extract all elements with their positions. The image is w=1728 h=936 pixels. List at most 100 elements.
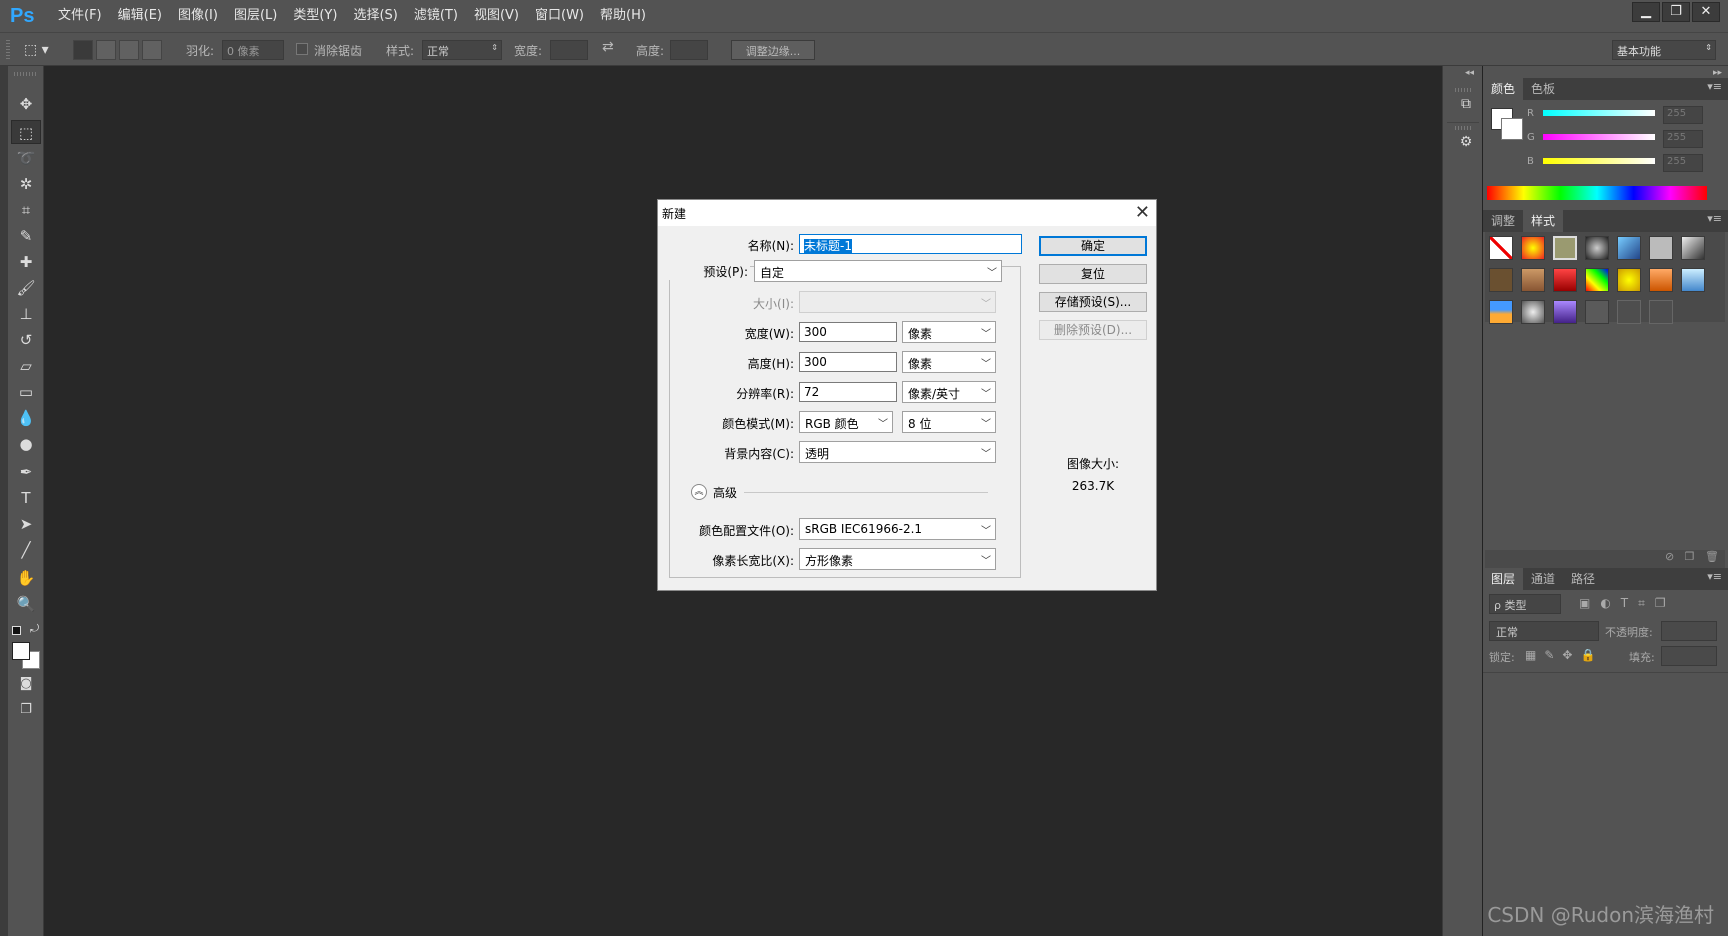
style-swatch[interactable]: [1585, 300, 1609, 324]
color-spectrum-bar[interactable]: [1487, 186, 1707, 200]
eraser-tool-icon[interactable]: ▱: [11, 354, 41, 378]
name-input[interactable]: 未标题-1: [799, 234, 1022, 254]
style-swatch[interactable]: [1489, 268, 1513, 292]
add-selection-icon[interactable]: [96, 40, 116, 60]
bg-color-swatch[interactable]: [1501, 118, 1523, 140]
channel-g-slider[interactable]: [1543, 134, 1655, 140]
tab-swatches[interactable]: 色板: [1523, 78, 1563, 100]
panel-menu-icon[interactable]: ▾≡: [1707, 212, 1722, 225]
options-grip[interactable]: [6, 40, 10, 60]
style-swatch[interactable]: [1553, 236, 1577, 260]
channel-g-value[interactable]: 255: [1663, 130, 1703, 148]
dodge-tool-icon[interactable]: ●: [11, 432, 41, 456]
advanced-toggle-icon[interactable]: ︽: [691, 484, 707, 500]
aspect-select[interactable]: 方形像素 ﹀: [799, 548, 996, 570]
magic-wand-tool-icon[interactable]: ✲: [11, 172, 41, 196]
style-swatch[interactable]: [1553, 300, 1577, 324]
move-tool-icon[interactable]: ✥: [11, 92, 41, 116]
fill-input[interactable]: [1661, 646, 1717, 666]
quick-mask-icon[interactable]: ◙: [11, 672, 41, 696]
channel-b-value[interactable]: 255: [1663, 154, 1703, 172]
ok-button[interactable]: 确定: [1039, 236, 1147, 256]
style-swatch[interactable]: [1649, 268, 1673, 292]
style-swatch[interactable]: [1585, 268, 1609, 292]
history-brush-tool-icon[interactable]: ↺: [11, 328, 41, 352]
menu-type[interactable]: 类型(Y): [285, 0, 345, 32]
opacity-input[interactable]: [1661, 621, 1717, 641]
menu-select[interactable]: 选择(S): [345, 0, 405, 32]
style-swatch[interactable]: [1521, 300, 1545, 324]
width-input[interactable]: 300: [799, 322, 897, 342]
collapse-icon[interactable]: ◂◂: [1465, 68, 1474, 78]
lasso-tool-icon[interactable]: ➰: [11, 146, 41, 170]
close-button[interactable]: ✕: [1692, 2, 1720, 22]
delete-preset-button[interactable]: 删除预设(D)...: [1039, 320, 1147, 340]
type-tool-icon[interactable]: T: [11, 486, 41, 510]
style-swatch[interactable]: [1585, 236, 1609, 260]
channel-b-slider[interactable]: [1543, 158, 1655, 164]
tab-channels[interactable]: 通道: [1523, 568, 1563, 590]
height-input[interactable]: [670, 40, 708, 60]
screen-mode-icon[interactable]: ❐: [11, 698, 41, 722]
menu-layer[interactable]: 图层(L): [226, 0, 285, 32]
resolution-unit-select[interactable]: 像素/英寸 ﹀: [902, 381, 996, 403]
height-input[interactable]: 300: [799, 352, 897, 372]
swap-colors-icon[interactable]: ⤾: [30, 622, 39, 636]
menu-image[interactable]: 图像(I): [170, 0, 226, 32]
reset-button[interactable]: 复位: [1039, 264, 1147, 284]
size-select[interactable]: ﹀: [799, 291, 996, 313]
bitdepth-select[interactable]: 8 位 ﹀: [902, 411, 996, 433]
tab-styles[interactable]: 样式: [1523, 210, 1564, 232]
resolution-input[interactable]: 72: [799, 382, 897, 402]
menu-help[interactable]: 帮助(H): [592, 0, 654, 32]
style-swatch[interactable]: [1489, 300, 1513, 324]
restore-button[interactable]: ❐: [1662, 2, 1690, 22]
properties-panel-icon[interactable]: ⚙: [1453, 130, 1479, 154]
panel-menu-icon[interactable]: ▾≡: [1707, 80, 1722, 93]
panel-menu-icon[interactable]: ▾≡: [1707, 570, 1722, 583]
crop-tool-icon[interactable]: ⌗: [11, 198, 41, 222]
save-preset-button[interactable]: 存储预设(S)...: [1039, 292, 1147, 312]
tab-layers[interactable]: 图层: [1483, 568, 1524, 590]
style-swatch[interactable]: [1649, 236, 1673, 260]
eyedropper-tool-icon[interactable]: ✎: [11, 224, 41, 248]
gradient-tool-icon[interactable]: ▭: [11, 380, 41, 404]
intersect-selection-icon[interactable]: [142, 40, 162, 60]
collapse-icon[interactable]: ▸▸: [1713, 68, 1722, 78]
marquee-preset-icon[interactable]: ⬚ ▾: [24, 40, 58, 60]
layer-filter-icons[interactable]: ▣◐T⌗❐: [1579, 596, 1676, 611]
channel-r-slider[interactable]: [1543, 110, 1655, 116]
hand-tool-icon[interactable]: ✋: [11, 566, 41, 590]
brush-tool-icon[interactable]: 🖌: [11, 276, 41, 300]
style-none-swatch[interactable]: [1489, 236, 1513, 260]
line-tool-icon[interactable]: ╱: [11, 538, 41, 562]
menu-window[interactable]: 窗口(W): [527, 0, 592, 32]
style-swatch[interactable]: [1521, 268, 1545, 292]
new-selection-icon[interactable]: [73, 40, 93, 60]
blur-tool-icon[interactable]: 💧: [11, 406, 41, 430]
style-swatch[interactable]: [1681, 268, 1705, 292]
subtract-selection-icon[interactable]: [119, 40, 139, 60]
tab-paths[interactable]: 路径: [1563, 568, 1603, 590]
style-swatch[interactable]: [1553, 268, 1577, 292]
height-unit-select[interactable]: 像素 ﹀: [902, 351, 996, 373]
rect-marquee-tool-icon[interactable]: ⬚: [11, 120, 41, 144]
menu-filter[interactable]: 滤镜(T): [406, 0, 466, 32]
colormode-select[interactable]: RGB 颜色 ﹀: [799, 411, 893, 433]
minimize-button[interactable]: ▁: [1632, 2, 1660, 22]
style-select[interactable]: 正常 ⇕: [422, 40, 502, 60]
default-colors-icon[interactable]: [12, 626, 21, 635]
feather-input[interactable]: 0 像素: [222, 40, 284, 60]
stamp-tool-icon[interactable]: ⊥: [11, 302, 41, 326]
style-swatch[interactable]: [1617, 236, 1641, 260]
width-unit-select[interactable]: 像素 ﹀: [902, 321, 996, 343]
path-select-tool-icon[interactable]: ➤: [11, 512, 41, 536]
style-swatch[interactable]: [1617, 268, 1641, 292]
zoom-tool-icon[interactable]: 🔍: [11, 592, 41, 616]
tab-color[interactable]: 颜色: [1483, 78, 1524, 100]
menu-view[interactable]: 视图(V): [466, 0, 527, 32]
dialog-close-icon[interactable]: ✕: [1135, 202, 1150, 223]
history-panel-icon[interactable]: ⧉: [1453, 92, 1479, 116]
profile-select[interactable]: sRGB IEC61966-2.1 ﹀: [799, 518, 996, 540]
background-select[interactable]: 透明 ﹀: [799, 441, 996, 463]
